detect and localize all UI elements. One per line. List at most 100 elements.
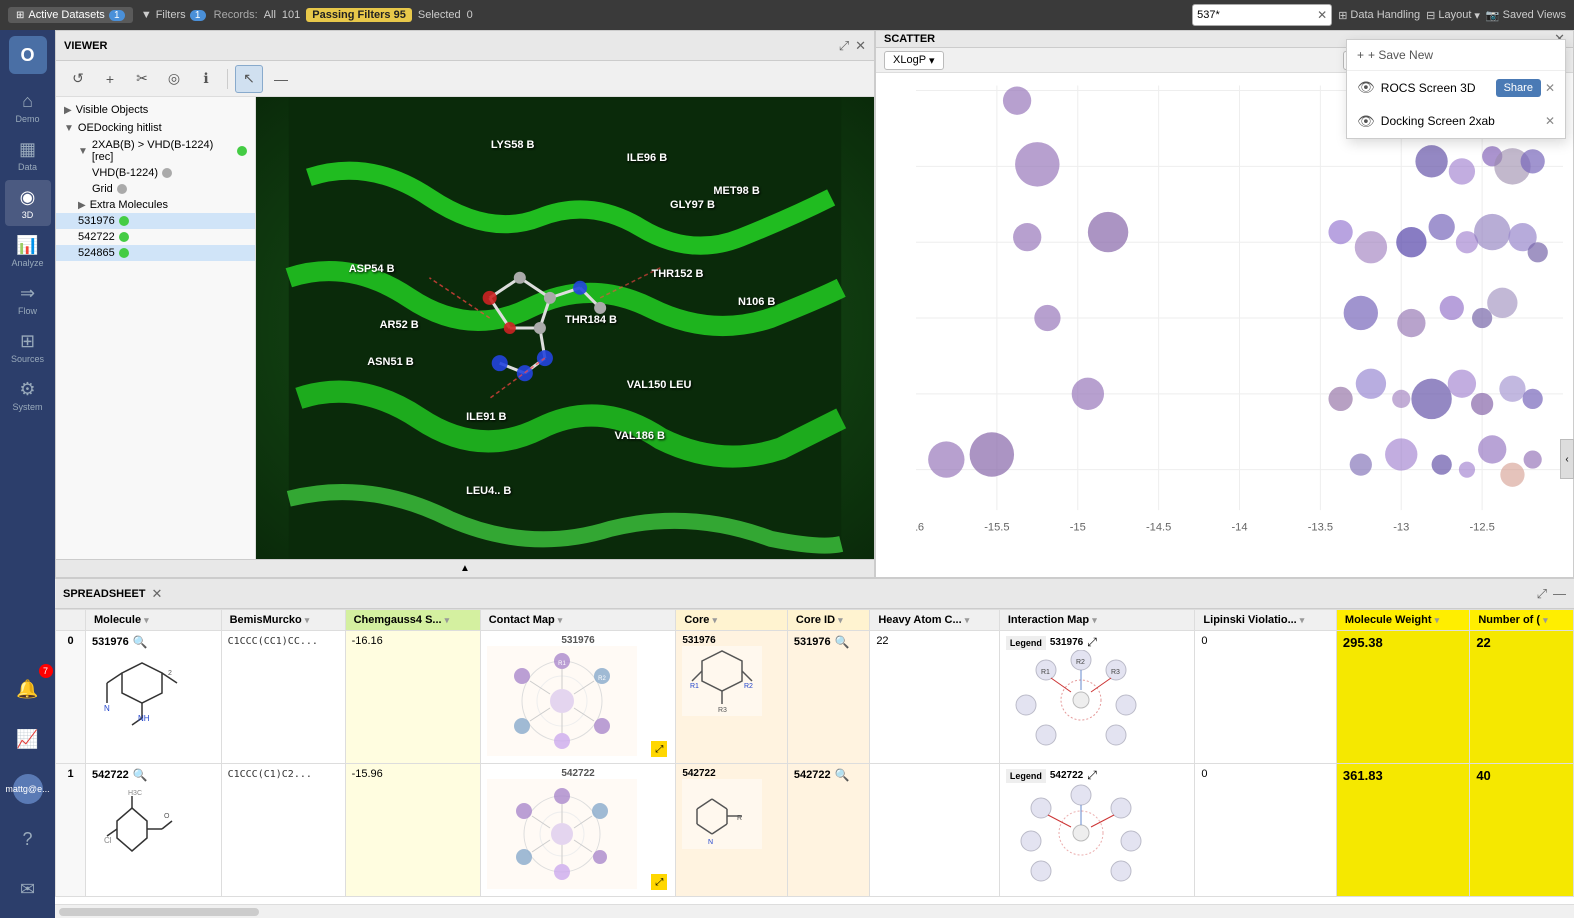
scrollbar-thumb[interactable] <box>59 908 259 916</box>
tree-item-extra-molecules[interactable]: ▶ Extra Molecules <box>56 197 255 213</box>
saved-view-item-rocs[interactable]: 👁 ROCS Screen 3D Share ✕ <box>1347 71 1565 105</box>
sidebar-item-analyze[interactable]: 📊 Analyze <box>5 228 51 274</box>
close-view-rocs-button[interactable]: ✕ <box>1545 79 1555 97</box>
viewer-bottom-arrow[interactable]: ▲ <box>56 559 874 577</box>
tree-section-oedocking[interactable]: ▼ OEDocking hitlist <box>56 119 255 137</box>
filters-button[interactable]: ▼ Filters 1 <box>141 9 206 21</box>
sidebar-item-demo[interactable]: ⌂ Demo <box>5 84 51 130</box>
tree-item-grid[interactable]: Grid <box>56 181 255 197</box>
row-1-idx-value: 1 <box>67 768 73 780</box>
col-header-chemgauss[interactable]: Chemgauss4 S... ▾ <box>345 610 480 631</box>
viewer-3d[interactable]: LYS58 B ILE96 B GLY97 B MET98 B ASP54 B … <box>256 97 874 559</box>
records-selected-label: Selected <box>418 9 461 21</box>
col-header-heavy-atom[interactable]: Heavy Atom C... ▾ <box>870 610 1000 631</box>
saved-view-item-docking[interactable]: 👁 Docking Screen 2xab ✕ <box>1347 105 1565 138</box>
notification-badge: 7 <box>39 664 53 678</box>
mol-0-search-icon[interactable]: 🔍 <box>133 635 148 649</box>
viewer-cut-button[interactable]: ✂ <box>128 65 156 93</box>
row-0-smiles: C1CCC(CC1)CC... <box>228 636 318 647</box>
save-new-button[interactable]: + + Save New <box>1357 48 1433 62</box>
row-1-number: 40 <box>1470 764 1574 897</box>
sidebar-item-system[interactable]: ⚙ System <box>5 372 51 418</box>
tree-item-mol1[interactable]: 531976 <box>56 213 255 229</box>
mol1-label: 531976 <box>78 215 115 227</box>
contact-map-expand-0[interactable]: ⤢ <box>651 741 667 757</box>
tree-item-vhd[interactable]: VHD(B-1224) <box>56 165 255 181</box>
filters-label: Filters <box>156 9 186 21</box>
xlogp-button[interactable]: XLogP ▾ <box>884 51 944 70</box>
mol3-status-dot <box>119 248 129 258</box>
contact-map-expand-1[interactable]: ⤢ <box>651 874 667 890</box>
viewer-cursor-button[interactable]: ↖ <box>235 65 263 93</box>
close-view-docking-button[interactable]: ✕ <box>1545 114 1555 128</box>
sidebar-item-help[interactable]: ? <box>5 816 51 862</box>
sidebar-item-data[interactable]: ▦ Data <box>5 132 51 178</box>
sidebar-item-mail[interactable]: ✉ <box>5 866 51 912</box>
col-header-lipinski[interactable]: Lipinski Violatio... ▾ <box>1195 610 1336 631</box>
sort-core-icon: ▾ <box>712 615 717 625</box>
tree-item-mol3[interactable]: 524865 <box>56 245 255 261</box>
active-datasets-button[interactable]: ⊞ Active Datasets 1 <box>8 7 133 23</box>
spreadsheet-content[interactable]: Molecule ▾ BemisMurcko ▾ Chemgauss4 S...… <box>55 609 1574 904</box>
col-lipinski-label: Lipinski Violatio... <box>1203 614 1296 626</box>
mol-1-search-icon[interactable]: 🔍 <box>133 768 148 782</box>
tree-section-visible[interactable]: ▶ Visible Objects <box>56 101 255 119</box>
viewer-expand-button[interactable]: ⤢ <box>839 38 849 54</box>
col-header-number[interactable]: Number of ( ▾ <box>1470 610 1574 631</box>
core-0-search-icon[interactable]: 🔍 <box>835 635 850 649</box>
viewer-add-button[interactable]: + <box>96 65 124 93</box>
analyze-icon: 📊 <box>16 235 38 256</box>
spreadsheet-scrollbar[interactable] <box>55 904 1574 918</box>
col-header-contact-map[interactable]: Contact Map ▾ <box>480 610 676 631</box>
col-header-core-id[interactable]: Core ID ▾ <box>787 610 869 631</box>
sort-heavy-icon: ▾ <box>965 615 970 625</box>
col-header-molecule[interactable]: Molecule ▾ <box>86 610 222 631</box>
saved-view-item-docking-left: 👁 Docking Screen 2xab <box>1357 113 1495 130</box>
share-button-rocs[interactable]: Share <box>1496 79 1541 97</box>
saved-views-button[interactable]: 📷 Saved Views <box>1486 9 1566 22</box>
records-selected-count: 0 <box>467 9 473 21</box>
svg-text:-14: -14 <box>1231 521 1247 533</box>
col-header-bemis[interactable]: BemisMurcko ▾ <box>221 610 345 631</box>
tree-item-receptor[interactable]: ▼ 2XAB(B) > VHD(B-1224) [rec] <box>56 137 255 165</box>
search-box[interactable]: ✕ <box>1192 4 1332 26</box>
svg-text:R3: R3 <box>1111 669 1120 676</box>
records-all-label: All <box>264 9 276 21</box>
protein-svg <box>256 97 874 559</box>
col-header-core[interactable]: Core ▾ <box>676 610 788 631</box>
sidebar-item-3d[interactable]: ◉ 3D <box>5 180 51 226</box>
interaction-0-label: 531976 <box>1050 637 1083 648</box>
sidebar-item-sources[interactable]: ⊞ Sources <box>5 324 51 370</box>
layout-button[interactable]: ⊟ Layout ▾ <box>1426 9 1480 22</box>
core-id-cell-1: 542722 🔍 <box>794 768 863 782</box>
viewer-line-button[interactable]: — <box>267 65 295 93</box>
sidebar-item-stats[interactable]: 📈 <box>5 716 51 762</box>
row-1-number-value: 40 <box>1476 768 1490 783</box>
data-handling-button[interactable]: ⊞ Data Handling <box>1338 9 1420 22</box>
sidebar-item-user[interactable]: mattg@e... <box>5 766 51 812</box>
sidebar-sources-label: Sources <box>11 354 44 364</box>
sidebar-item-flow[interactable]: ⇒ Flow <box>5 276 51 322</box>
viewer-info-button[interactable]: ℹ <box>192 65 220 93</box>
interaction-expand-1[interactable]: ⤢ <box>1087 768 1097 783</box>
row-1-lipinski: 0 <box>1195 764 1336 897</box>
core-0-label: 531976 <box>682 635 781 646</box>
search-clear-button[interactable]: ✕ <box>1317 8 1327 22</box>
interaction-expand-0[interactable]: ⤢ <box>1087 635 1097 650</box>
row-0-heavy-value: 22 <box>876 635 888 647</box>
svg-text:R2: R2 <box>598 676 606 682</box>
filters-badge: 1 <box>190 10 206 21</box>
tree-item-mol2[interactable]: 542722 <box>56 229 255 245</box>
spreadsheet-expand-button[interactable]: ⤢ <box>1537 586 1547 602</box>
col-header-interaction[interactable]: Interaction Map ▾ <box>999 610 1195 631</box>
viewer-close-button[interactable]: ✕ <box>855 38 866 54</box>
core-1-search-icon[interactable]: 🔍 <box>835 768 850 782</box>
sidebar-item-notifications[interactable]: 🔔 7 <box>5 666 51 712</box>
search-input[interactable] <box>1197 9 1317 21</box>
viewer-rotate-button[interactable]: ↺ <box>64 65 92 93</box>
spreadsheet-minimize-button[interactable]: — <box>1553 586 1566 601</box>
spreadsheet-close-button[interactable]: ✕ <box>152 586 163 602</box>
col-header-mw[interactable]: Molecule Weight ▾ <box>1336 610 1469 631</box>
viewer-lasso-button[interactable]: ◎ <box>160 65 188 93</box>
row-0-core-id: 531976 🔍 <box>787 631 869 764</box>
